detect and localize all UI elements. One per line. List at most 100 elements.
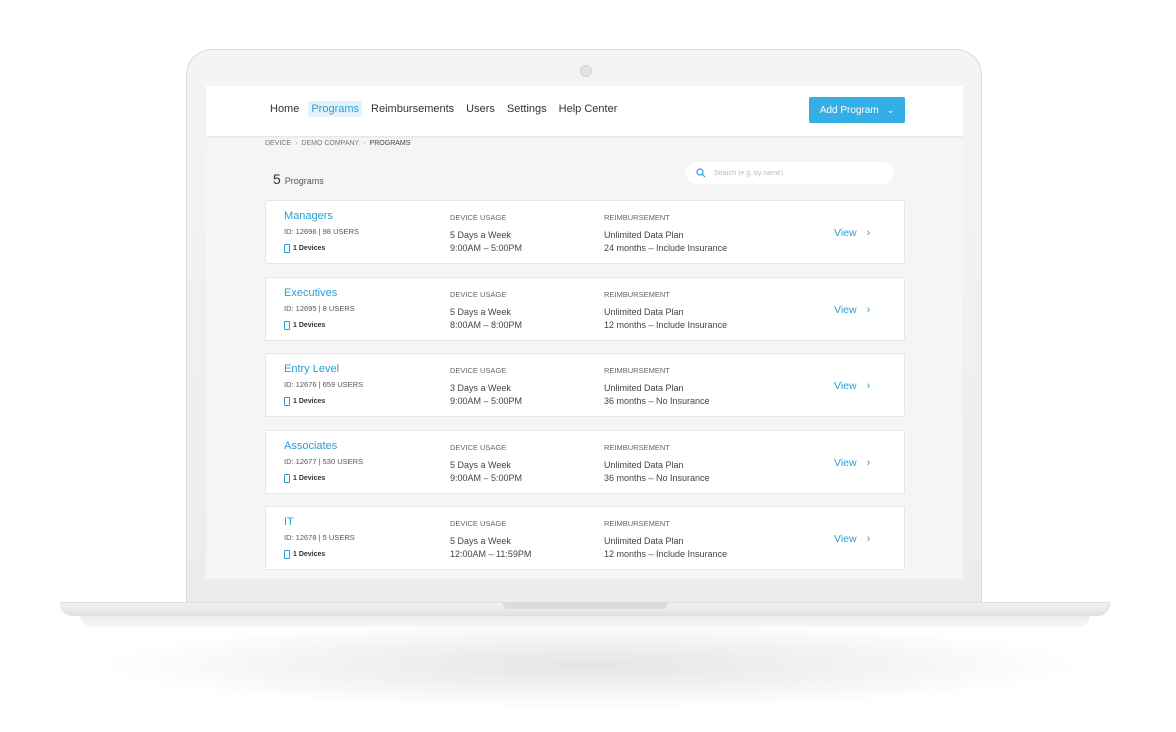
phone-icon <box>284 320 290 330</box>
device-usage-header: DEVICE USAGE <box>450 442 507 452</box>
chevron-down-icon: ⌄ <box>886 104 895 115</box>
view-label: View <box>834 303 857 316</box>
usage-hours: 8:00AM – 8:00PM <box>450 319 523 330</box>
search-box[interactable] <box>686 162 894 184</box>
view-button[interactable]: View › <box>834 533 870 545</box>
nav-programs[interactable]: Programs <box>308 101 363 117</box>
phone-icon <box>284 244 290 253</box>
program-name[interactable]: Entry Level <box>284 363 339 375</box>
usage-days: 5 Days a Week <box>450 230 511 240</box>
program-card-managers: Managers ID: 12696 | 98 USERS 1 Devices … <box>265 200 905 264</box>
usage-days: 5 Days a Week <box>450 306 511 317</box>
nav-settings[interactable]: Settings <box>504 101 550 117</box>
chevron-right-icon: › <box>866 380 871 392</box>
usage-days: 5 Days a Week <box>450 536 511 546</box>
program-card-it: IT ID: 12678 | 5 USERS 1 Devices DEVICE … <box>265 506 905 570</box>
breadcrumb-demo-company[interactable]: DEMO COMPANY <box>301 140 359 147</box>
reimbursement-plan: Unlimited Data Plan <box>604 383 684 393</box>
search-input[interactable] <box>714 169 864 177</box>
breadcrumb-device[interactable]: DEVICE <box>265 140 291 147</box>
view-button[interactable]: View › <box>834 380 870 392</box>
devices-label: 1 Devices <box>293 245 326 252</box>
device-usage-header: DEVICE USAGE <box>450 366 507 375</box>
laptop-base-underside <box>80 615 1090 627</box>
breadcrumb-programs: PROGRAMS <box>369 140 411 147</box>
program-devices: 1 Devices <box>284 397 325 406</box>
view-label: View <box>834 380 857 392</box>
program-name[interactable]: IT <box>284 516 294 528</box>
app-screen: Home Programs Reimbursements Users Setti… <box>206 86 963 579</box>
usage-hours: 9:00AM – 5:00PM <box>450 243 523 253</box>
reimbursement-header: REIMBURSEMENT <box>604 519 670 528</box>
devices-label: 1 Devices <box>293 398 326 405</box>
add-program-button[interactable]: Add Program ⌄ <box>809 97 905 123</box>
program-meta: ID: 12678 | 5 USERS <box>284 533 355 542</box>
programs-list: Managers ID: 12696 | 98 USERS 1 Devices … <box>265 200 905 579</box>
devices-label: 1 Devices <box>293 474 326 482</box>
search-icon <box>696 168 706 178</box>
chevron-right-icon: › <box>866 456 871 469</box>
phone-icon <box>284 473 290 483</box>
program-devices: 1 Devices <box>284 320 326 330</box>
reimbursement-terms: 36 months – No Insurance <box>604 396 710 406</box>
program-devices: 1 Devices <box>284 473 326 483</box>
reimbursement-header: REIMBURSEMENT <box>604 213 670 222</box>
view-label: View <box>834 227 857 239</box>
add-program-label: Add Program <box>819 104 879 116</box>
reimbursement-plan: Unlimited Data Plan <box>604 306 684 317</box>
reimbursement-terms: 12 months – Include Insurance <box>604 319 728 330</box>
reimbursement-terms: 24 months – Include Insurance <box>604 243 728 253</box>
program-card-entry-level: Entry Level ID: 12676 | 659 USERS 1 Devi… <box>265 353 905 417</box>
nav-help-center[interactable]: Help Center <box>556 101 621 117</box>
programs-count: 5 Programs <box>273 171 324 187</box>
chevron-right-icon: › <box>866 303 871 316</box>
top-navigation-bar: Home Programs Reimbursements Users Setti… <box>206 86 963 136</box>
devices-label: 1 Devices <box>293 551 326 558</box>
reimbursement-header: REIMBURSEMENT <box>604 289 670 299</box>
reimbursement-header: REIMBURSEMENT <box>604 366 670 375</box>
program-devices: 1 Devices <box>284 550 325 559</box>
nav-home[interactable]: Home <box>267 101 302 117</box>
program-meta: ID: 12696 | 98 USERS <box>284 227 359 236</box>
usage-hours: 9:00AM – 5:00PM <box>450 396 523 406</box>
reimbursement-plan: Unlimited Data Plan <box>604 459 684 470</box>
usage-hours: 9:00AM – 5:00PM <box>450 472 523 483</box>
reimbursement-plan: Unlimited Data Plan <box>604 536 684 546</box>
program-name[interactable]: Associates <box>284 440 337 452</box>
view-label: View <box>834 456 857 469</box>
program-card-associates: Associates ID: 12677 | 530 USERS 1 Devic… <box>265 429 905 494</box>
program-name[interactable]: Managers <box>284 210 333 222</box>
view-button[interactable]: View › <box>834 227 870 239</box>
usage-hours: 12:00AM – 11:59PM <box>450 549 532 559</box>
nav-users[interactable]: Users <box>463 101 498 117</box>
program-meta: ID: 12695 | 8 USERS <box>284 303 355 313</box>
usage-days: 5 Days a Week <box>450 459 511 470</box>
program-devices: 1 Devices <box>284 244 325 253</box>
program-card-executives: Executives ID: 12695 | 8 USERS 1 Devices… <box>265 276 905 341</box>
reimbursement-terms: 36 months – No Insurance <box>604 472 710 483</box>
program-name[interactable]: Executives <box>284 287 337 299</box>
breadcrumb: DEVICE › DEMO COMPANY › PROGRAMS <box>265 140 410 147</box>
view-button[interactable]: View › <box>834 304 870 316</box>
view-label: View <box>834 533 857 545</box>
main-nav: Home Programs Reimbursements Users Setti… <box>267 101 620 117</box>
reimbursement-header: REIMBURSEMENT <box>604 442 670 452</box>
device-usage-header: DEVICE USAGE <box>450 289 507 299</box>
phone-icon <box>284 397 290 406</box>
programs-count-number: 5 <box>273 171 281 187</box>
reimbursement-plan: Unlimited Data Plan <box>604 230 684 240</box>
camera-icon <box>580 65 592 77</box>
program-meta: ID: 12677 | 530 USERS <box>284 456 364 466</box>
view-button[interactable]: View › <box>834 457 870 469</box>
phone-icon <box>284 550 290 559</box>
breadcrumb-separator-icon: › <box>363 140 366 147</box>
laptop-notch <box>502 602 668 609</box>
devices-label: 1 Devices <box>293 321 326 329</box>
laptop-shadow <box>90 620 1090 710</box>
reimbursement-terms: 12 months – Include Insurance <box>604 549 728 559</box>
nav-reimbursements[interactable]: Reimbursements <box>368 101 457 117</box>
chevron-right-icon: › <box>866 533 871 545</box>
program-meta: ID: 12676 | 659 USERS <box>284 380 364 389</box>
device-usage-header: DEVICE USAGE <box>450 213 507 222</box>
chevron-right-icon: › <box>866 227 871 239</box>
